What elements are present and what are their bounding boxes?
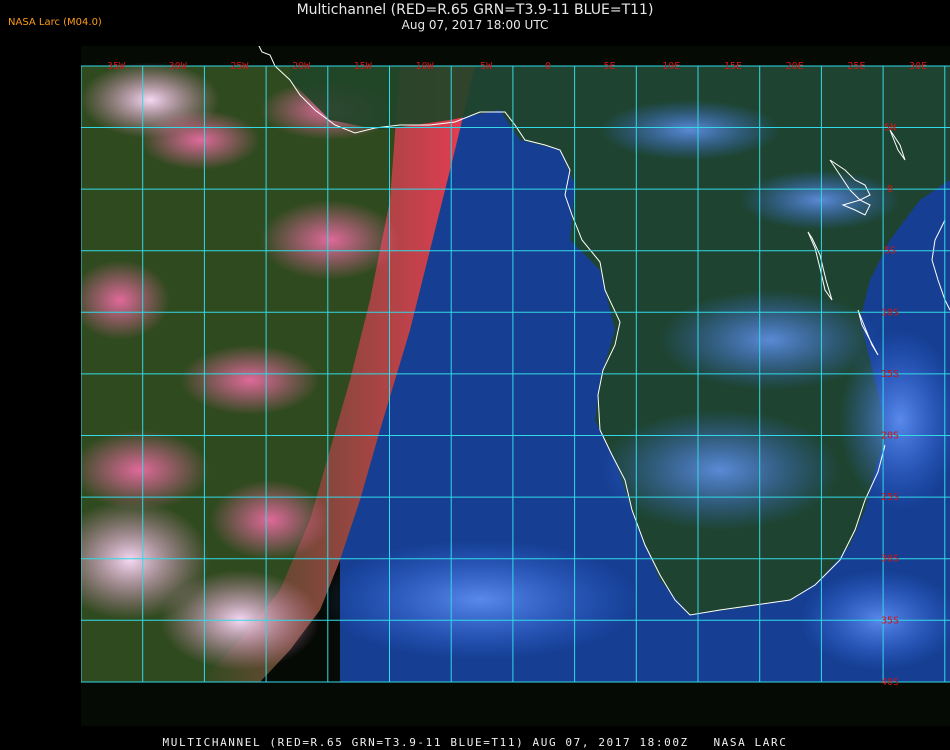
longitude-label: 0 — [545, 61, 551, 72]
night-cloud — [81, 430, 210, 510]
longitude-label: 10E — [662, 61, 680, 72]
latitude-label: 35S — [881, 615, 899, 626]
latitude-label: 40S — [881, 677, 899, 688]
longitude-label: 5E — [604, 61, 616, 72]
longitude-label: 30W — [169, 61, 188, 72]
latitude-label: 20S — [881, 431, 899, 442]
longitude-label: 25E — [847, 61, 865, 72]
latitude-label: 25S — [881, 492, 899, 503]
longitude-label: 20W — [292, 61, 311, 72]
latitude-label: 5N — [884, 123, 896, 134]
latitude-label: 15S — [881, 369, 899, 380]
longitude-label: 30E — [909, 61, 927, 72]
night-cloud — [140, 110, 260, 170]
longitude-label: 15W — [354, 61, 373, 72]
longitude-label: 10W — [415, 61, 434, 72]
satellite-map: 35W 30W 25W 20W 15W 10W 5W 0 5E 10E 15E 20E 25E 30E 35… — [81, 46, 950, 726]
day-cloud — [320, 540, 640, 660]
night-cloud — [180, 345, 320, 415]
day-cloud — [600, 100, 780, 160]
latitude-label: 5S — [884, 246, 896, 257]
longitude-label: 20E — [786, 61, 804, 72]
latitude-label: 10S — [881, 307, 899, 318]
latitude-label: 30S — [881, 554, 899, 565]
latitude-label: 0 — [887, 184, 893, 195]
longitude-label: 25W — [230, 61, 249, 72]
footer-caption: MULTICHANNEL (RED=R.65 GRN=T3.9-11 BLUE=… — [162, 736, 788, 749]
longitude-label: 15E — [724, 61, 742, 72]
longitude-label: 5W — [480, 61, 493, 72]
night-cloud — [210, 480, 330, 560]
day-cloud — [740, 170, 900, 230]
longitude-label: 35W — [107, 61, 126, 72]
night-cloud — [260, 200, 400, 280]
day-cloud — [660, 290, 880, 390]
night-cloud — [81, 260, 170, 340]
